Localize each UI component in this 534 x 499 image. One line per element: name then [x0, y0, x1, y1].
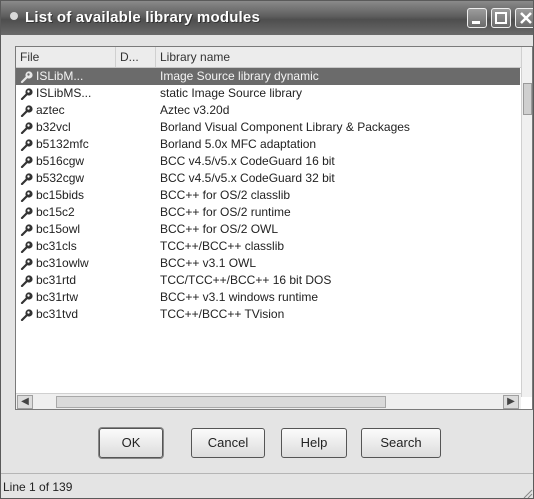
status-text: Line 1 of 139: [3, 480, 73, 494]
library-module-icon: [20, 190, 33, 202]
library-module-icon: [20, 275, 33, 287]
file-name-cell: b516cgw: [36, 154, 85, 168]
file-name-cell: b5132mfc: [36, 137, 89, 151]
file-name-cell: bc31owlw: [36, 256, 89, 270]
library-module-icon: [20, 292, 33, 304]
resize-grip-icon[interactable]: [521, 487, 533, 499]
library-name-cell: TCC++/BCC++ TVision: [160, 307, 285, 321]
library-name-cell: BCC v4.5/v5.x CodeGuard 32 bit: [160, 171, 335, 185]
list-item[interactable]: bc31cls TCC++/BCC++ classlib: [16, 238, 520, 255]
cancel-button[interactable]: Cancel: [191, 428, 265, 458]
file-name-cell: bc31rtw: [36, 290, 79, 304]
file-name-cell: bc15c2: [36, 205, 75, 219]
library-name-cell: Aztec v3.20d: [160, 103, 230, 117]
library-name-cell: Borland Visual Component Library & Packa…: [160, 120, 410, 134]
title-bar[interactable]: List of available library modules: [1, 1, 533, 35]
library-name-cell: TCC++/BCC++ classlib: [160, 239, 285, 253]
minimize-icon: [472, 21, 480, 24]
library-name-cell: static Image Source library: [160, 86, 303, 100]
scroll-left-arrow-icon[interactable]: ◀: [17, 395, 33, 409]
library-module-icon: [20, 105, 33, 117]
vertical-scroll-thumb[interactable]: [523, 83, 532, 115]
list-item[interactable]: bc31tvd TCC++/BCC++ TVision: [16, 306, 520, 323]
library-name-cell: BCC v4.5/v5.x CodeGuard 16 bit: [160, 154, 335, 168]
column-header-file[interactable]: File: [16, 47, 116, 67]
window-title: List of available library modules: [25, 9, 261, 26]
library-name-cell: TCC/TCC++/BCC++ 16 bit DOS: [160, 273, 332, 287]
library-module-icon: [20, 139, 33, 151]
status-bar: Line 1 of 139: [1, 473, 533, 499]
file-name-cell: ISLibM...: [36, 69, 84, 83]
list-item[interactable]: b532cgw BCC v4.5/v5.x CodeGuard 32 bit: [16, 170, 520, 187]
file-name-cell: b532cgw: [36, 171, 85, 185]
library-list[interactable]: File D... Library name ISLibM... Image So…: [15, 46, 533, 410]
list-item[interactable]: b516cgw BCC v4.5/v5.x CodeGuard 16 bit: [16, 153, 520, 170]
search-button[interactable]: Search: [361, 428, 441, 458]
minimize-button[interactable]: [467, 8, 487, 28]
list-item[interactable]: bc31rtw BCC++ v3.1 windows runtime: [16, 289, 520, 306]
library-module-icon: [20, 224, 33, 236]
library-module-icon: [20, 173, 33, 185]
library-module-icon: [20, 156, 33, 168]
library-modules-dialog: List of available library modules File D…: [0, 0, 534, 499]
file-name-cell: b32vcl: [36, 120, 71, 134]
list-item[interactable]: ISLibMS... static Image Source library: [16, 85, 520, 102]
file-name-cell: aztec: [36, 103, 65, 117]
maximize-icon: [495, 12, 507, 24]
file-name-cell: bc31rtd: [36, 273, 77, 287]
help-button[interactable]: Help: [281, 428, 347, 458]
horizontal-scroll-thumb[interactable]: [56, 396, 386, 408]
file-name-cell: bc31tvd: [36, 307, 79, 321]
list-item[interactable]: bc15bids BCC++ for OS/2 classlib: [16, 187, 520, 204]
library-module-icon: [20, 71, 33, 83]
list-item[interactable]: bc15owl BCC++ for OS/2 OWL: [16, 221, 520, 238]
list-item[interactable]: aztec Aztec v3.20d: [16, 102, 520, 119]
file-name-cell: bc31cls: [36, 239, 77, 253]
close-icon: [520, 12, 532, 24]
list-header: File D... Library name: [16, 47, 532, 68]
library-module-icon: [20, 88, 33, 100]
library-name-cell: BCC++ for OS/2 OWL: [160, 222, 279, 236]
close-button[interactable]: [515, 8, 533, 28]
scroll-right-arrow-icon[interactable]: ▶: [503, 395, 519, 409]
library-name-cell: Borland 5.0x MFC adaptation: [160, 137, 317, 151]
library-name-cell: BCC++ for OS/2 classlib: [160, 188, 291, 202]
horizontal-scrollbar[interactable]: ◀ ▶: [16, 393, 521, 409]
list-item[interactable]: ISLibM... Image Source library dynamic: [16, 68, 520, 85]
library-module-icon: [20, 207, 33, 219]
list-item[interactable]: b32vcl Borland Visual Component Library &…: [16, 119, 520, 136]
list-item[interactable]: bc15c2 BCC++ for OS/2 runtime: [16, 204, 520, 221]
file-name-cell: ISLibMS...: [36, 86, 92, 100]
column-header-library-name[interactable]: Library name: [156, 47, 521, 67]
maximize-button[interactable]: [491, 8, 511, 28]
vertical-scrollbar[interactable]: [521, 47, 532, 397]
list-item[interactable]: b5132mfc Borland 5.0x MFC adaptation: [16, 136, 520, 153]
list-item[interactable]: bc31rtd TCC/TCC++/BCC++ 16 bit DOS: [16, 272, 520, 289]
library-name-cell: BCC++ v3.1 windows runtime: [160, 290, 319, 304]
library-module-icon: [20, 309, 33, 321]
column-header-description[interactable]: D...: [116, 47, 156, 67]
list-item[interactable]: bc31owlw BCC++ v3.1 OWL: [16, 255, 520, 272]
file-name-cell: bc15bids: [36, 188, 85, 202]
library-name-cell: Image Source library dynamic: [160, 69, 319, 83]
library-name-cell: BCC++ v3.1 OWL: [160, 256, 257, 270]
library-module-icon: [20, 241, 33, 253]
ok-button[interactable]: OK: [99, 428, 163, 458]
window-menu-icon[interactable]: [10, 12, 18, 20]
library-name-cell: BCC++ for OS/2 runtime: [160, 205, 291, 219]
file-name-cell: bc15owl: [36, 222, 81, 236]
library-module-icon: [20, 258, 33, 270]
library-module-icon: [20, 122, 33, 134]
